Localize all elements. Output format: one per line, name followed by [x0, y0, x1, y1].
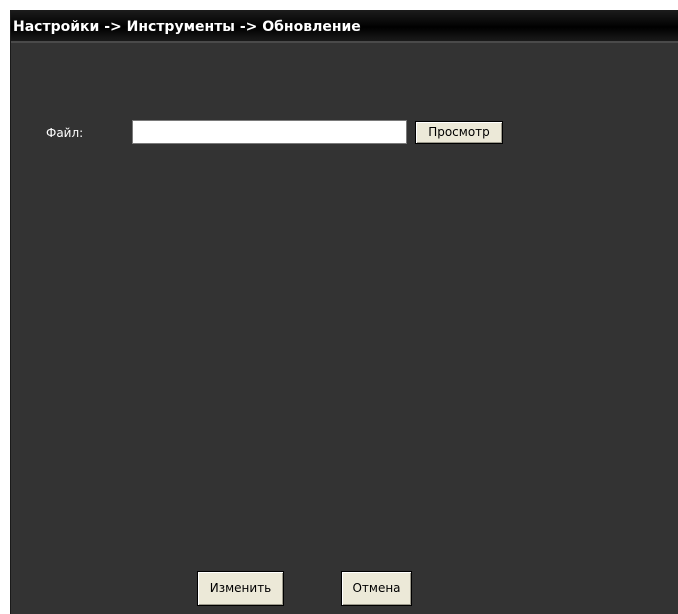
- file-path-input[interactable]: [132, 120, 407, 144]
- apply-button[interactable]: Изменить: [197, 571, 284, 606]
- file-label: Файл:: [46, 126, 84, 140]
- upgrade-panel: Настройки -> Инструменты -> Обновление Ф…: [10, 10, 678, 614]
- page-title: Настройки -> Инструменты -> Обновление: [13, 19, 361, 35]
- cancel-button[interactable]: Отмена: [341, 571, 412, 606]
- title-bar: Настройки -> Инструменты -> Обновление: [11, 10, 678, 43]
- browse-button[interactable]: Просмотр: [415, 121, 503, 144]
